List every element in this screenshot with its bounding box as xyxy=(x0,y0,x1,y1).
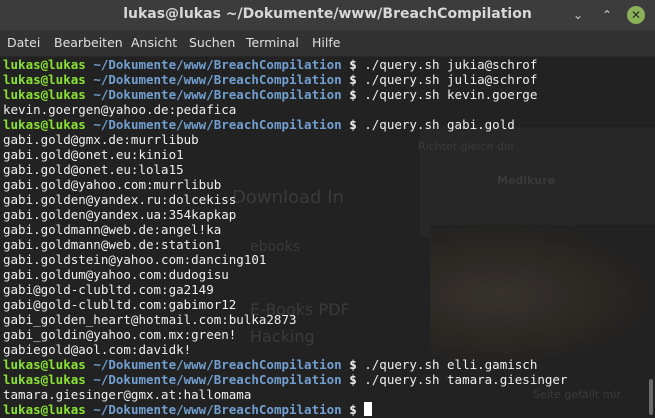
prompt-user: lukas@lukas xyxy=(3,357,86,372)
window-title: lukas@lukas ~/Dokumente/www/BreachCompil… xyxy=(123,6,532,22)
command-line: lukas@lukas ~/Dokumente/www/BreachCompil… xyxy=(3,57,567,72)
output-text: gabi.gold@onet.eu:lola15 xyxy=(3,162,184,177)
terminal-area[interactable]: Richtet gleich die Medikure Download In … xyxy=(0,57,655,418)
command-line: lukas@lukas ~/Dokumente/www/BreachCompil… xyxy=(3,87,567,102)
prompt-symbol: $ xyxy=(341,357,365,372)
prompt-user: lukas@lukas xyxy=(3,372,86,387)
menu-hilfe[interactable]: Hilfe xyxy=(312,35,340,50)
prompt-path: ~/Dokumente/www/BreachCompilation xyxy=(85,57,342,72)
command-line: lukas@lukas ~/Dokumente/www/BreachCompil… xyxy=(3,72,567,87)
menu-bar: Datei Bearbeiten Ansicht Suchen Terminal… xyxy=(0,30,655,57)
command-line: lukas@lukas ~/Dokumente/www/BreachCompil… xyxy=(3,357,567,372)
prompt-path: ~/Dokumente/www/BreachCompilation xyxy=(85,402,342,417)
prompt-symbol: $ xyxy=(341,87,365,102)
output-text: gabi.goldstein@yahoo.com:dancing101 xyxy=(3,252,267,267)
output-text: gabi@gold-clubltd.com:ga2149 xyxy=(3,282,214,297)
output-text: gabi.goldum@yahoo.com:dudogisu xyxy=(3,267,229,282)
prompt-line: lukas@lukas ~/Dokumente/www/BreachCompil… xyxy=(3,402,567,417)
output-text: gabi.golden@yandex.ua:354kapkap xyxy=(3,207,237,222)
command-text: ./query.sh julia@schrof xyxy=(364,72,538,87)
prompt-path: ~/Dokumente/www/BreachCompilation xyxy=(85,357,342,372)
prompt-path: ~/Dokumente/www/BreachCompilation xyxy=(85,372,342,387)
output-line: kevin.goergen@yahoo.de:pedafica xyxy=(3,102,567,117)
prompt-user: lukas@lukas xyxy=(3,402,86,417)
close-icon[interactable]: ✕ xyxy=(627,6,645,24)
prompt-user: lukas@lukas xyxy=(3,57,86,72)
output-line: gabi.goldmann@web.de:station1 xyxy=(3,237,567,252)
command-text: ./query.sh kevin.goerge xyxy=(364,87,538,102)
output-text: gabi@gold-clubltd.com:gabimor12 xyxy=(3,297,237,312)
output-text: gabi.gold@onet.eu:kinio1 xyxy=(3,147,184,162)
command-line: lukas@lukas ~/Dokumente/www/BreachCompil… xyxy=(3,117,567,132)
command-line: lukas@lukas ~/Dokumente/www/BreachCompil… xyxy=(3,372,567,387)
output-text: gabi_goldin@yahoo.com.mx:green! xyxy=(3,327,237,342)
prompt-symbol: $ xyxy=(341,372,365,387)
output-line: gabi.goldum@yahoo.com:dudogisu xyxy=(3,267,567,282)
output-text: gabi.gold@gmx.de:murrlibub xyxy=(3,132,199,147)
prompt-symbol: $ xyxy=(341,402,365,417)
prompt-user: lukas@lukas xyxy=(3,117,86,132)
prompt-symbol: $ xyxy=(341,57,365,72)
prompt-symbol: $ xyxy=(341,117,365,132)
output-line: gabi.golden@yandex.ua:354kapkap xyxy=(3,207,567,222)
scrollbar-thumb[interactable] xyxy=(649,379,653,415)
output-line: gabi.goldstein@yahoo.com:dancing101 xyxy=(3,252,567,267)
output-text: gabi.goldmann@web.de:angel!ka xyxy=(3,222,222,237)
output-line: tamara.giesinger@gmx.at:hallomama xyxy=(3,387,567,402)
prompt-user: lukas@lukas xyxy=(3,87,86,102)
output-line: gabi@gold-clubltd.com:gabimor12 xyxy=(3,297,567,312)
output-text: gabiegold@aol.com:davidk! xyxy=(3,342,192,357)
prompt-path: ~/Dokumente/www/BreachCompilation xyxy=(85,87,342,102)
output-line: gabi.gold@onet.eu:lola15 xyxy=(3,162,567,177)
output-line: gabi_golden_heart@hotmail.com:bulka2873 xyxy=(3,312,567,327)
maximize-icon[interactable]: ⌃ xyxy=(598,6,616,24)
title-bar: lukas@lukas ~/Dokumente/www/BreachCompil… xyxy=(0,0,655,30)
text-cursor[interactable] xyxy=(364,402,373,416)
output-line: gabi.gold@onet.eu:kinio1 xyxy=(3,147,567,162)
output-line: gabi.golden@yandex.ru:dolcekiss xyxy=(3,192,567,207)
output-line: gabi_goldin@yahoo.com.mx:green! xyxy=(3,327,567,342)
output-text: tamara.giesinger@gmx.at:hallomama xyxy=(3,387,252,402)
prompt-path: ~/Dokumente/www/BreachCompilation xyxy=(85,72,342,87)
output-text: gabi.gold@yahoo.com:murrlibub xyxy=(3,177,222,192)
output-line: gabi.gold@gmx.de:murrlibub xyxy=(3,132,567,147)
prompt-path: ~/Dokumente/www/BreachCompilation xyxy=(85,117,342,132)
scrollbar[interactable] xyxy=(647,57,655,418)
menu-suchen[interactable]: Suchen xyxy=(189,35,235,50)
menu-terminal[interactable]: Terminal xyxy=(246,35,299,50)
output-line: gabi.goldmann@web.de:angel!ka xyxy=(3,222,567,237)
output-text: gabi.golden@yandex.ru:dolcekiss xyxy=(3,192,237,207)
output-line: gabi.gold@yahoo.com:murrlibub xyxy=(3,177,567,192)
output-line: gabi@gold-clubltd.com:ga2149 xyxy=(3,282,567,297)
command-text: ./query.sh elli.gamisch xyxy=(364,357,538,372)
menu-datei[interactable]: Datei xyxy=(7,35,40,50)
output-line: gabiegold@aol.com:davidk! xyxy=(3,342,567,357)
minimize-icon[interactable]: ⌄ xyxy=(569,6,587,24)
output-text: gabi.goldmann@web.de:station1 xyxy=(3,237,222,252)
menu-bearbeiten[interactable]: Bearbeiten xyxy=(54,35,123,50)
prompt-user: lukas@lukas xyxy=(3,72,86,87)
command-text: ./query.sh tamara.giesinger xyxy=(364,372,568,387)
menu-ansicht[interactable]: Ansicht xyxy=(131,35,177,50)
command-text: ./query.sh gabi.gold xyxy=(364,117,515,132)
output-text: gabi_golden_heart@hotmail.com:bulka2873 xyxy=(3,312,297,327)
terminal-output: lukas@lukas ~/Dokumente/www/BreachCompil… xyxy=(3,57,567,417)
command-text: ./query.sh jukia@schrof xyxy=(364,57,538,72)
prompt-symbol: $ xyxy=(341,72,365,87)
output-text: kevin.goergen@yahoo.de:pedafica xyxy=(3,102,237,117)
